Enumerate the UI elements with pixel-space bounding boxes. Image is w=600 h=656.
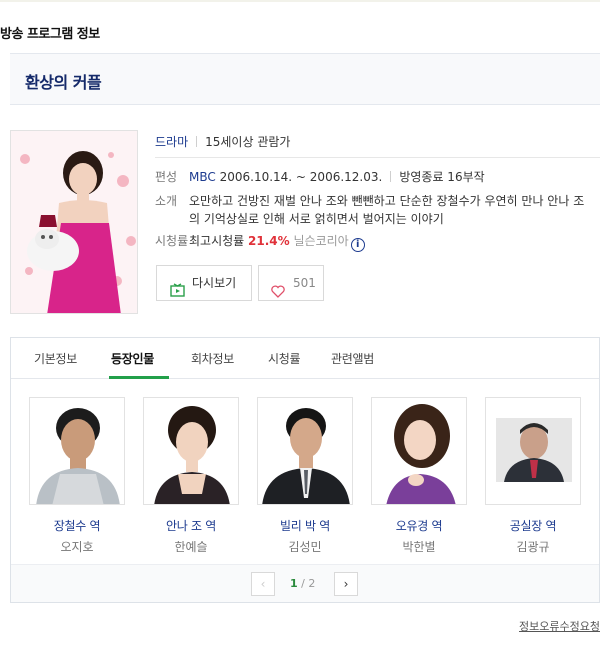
tab-bar: 기본정보 등장인물 회차정보 시청률 관련앨범 bbox=[11, 338, 599, 379]
viewership-label: 시청률 bbox=[155, 234, 189, 248]
broadcast-row: 편성 MBC 2006.10.14. ~ 2006.12.03. 방영종료 16부작 bbox=[155, 168, 485, 186]
cast-card[interactable]: 빌리 박 역 김성민 bbox=[257, 397, 353, 555]
replay-button[interactable]: 다시보기 bbox=[156, 265, 252, 301]
current-page: 1 bbox=[290, 577, 298, 590]
cast-photo bbox=[371, 397, 467, 505]
age-rating: 15세이상 관람가 bbox=[205, 135, 291, 149]
cast-role: 빌리 박 역 bbox=[280, 519, 330, 533]
cast-role: 오유경 역 bbox=[395, 519, 443, 533]
divider bbox=[196, 136, 198, 147]
tab-basic-info[interactable]: 기본정보 bbox=[34, 350, 77, 367]
cast-card[interactable]: 오유경 역 박한별 bbox=[371, 397, 467, 555]
pagination: ‹ 1 / 2 › bbox=[11, 564, 599, 602]
active-tab-indicator bbox=[109, 376, 169, 379]
genre-row: 드라마 15세이상 관람가 bbox=[155, 130, 600, 158]
top-divider bbox=[0, 0, 600, 2]
program-detail-tabs: 기본정보 등장인물 회차정보 시청률 관련앨범 장철수 역 오지호 안나 조 역… bbox=[10, 337, 600, 603]
cast-photo bbox=[485, 397, 581, 505]
tab-viewership[interactable]: 시청률 bbox=[268, 350, 301, 367]
program-poster[interactable] bbox=[10, 130, 138, 314]
program-title-box: 환상의 커플 bbox=[10, 53, 600, 105]
tab-related-album[interactable]: 관련앨범 bbox=[331, 350, 374, 367]
cast-actor: 김성민 bbox=[288, 540, 322, 554]
viewership-source: 닐슨코리아 bbox=[293, 234, 349, 248]
section-title: 방송 프로그램 정보 bbox=[0, 27, 100, 42]
intro-text: 오만하고 건방진 재벌 안나 조와 뺀뺀하고 단순한 장철수가 우연히 만나 안… bbox=[189, 194, 585, 226]
genre-link[interactable]: 드라마 bbox=[155, 135, 188, 149]
cast-actor: 김광규 bbox=[516, 540, 550, 554]
prev-page-button[interactable]: ‹ bbox=[251, 572, 275, 596]
cast-card[interactable]: 공실장 역 김광규 bbox=[485, 397, 581, 555]
cast-role: 장철수 역 bbox=[53, 519, 101, 533]
max-viewership-value: 21.4% bbox=[248, 234, 290, 248]
max-viewership-label: 최고시청률 bbox=[189, 234, 245, 248]
broadcast-dates: 2006.10.14. ~ 2006.12.03. bbox=[219, 170, 383, 184]
tab-episodes[interactable]: 회차정보 bbox=[191, 350, 234, 367]
intro-label: 소개 bbox=[155, 194, 178, 208]
viewership-row: 시청률최고시청률 21.4% 닐슨코리아 i bbox=[155, 232, 365, 252]
heart-icon bbox=[271, 277, 285, 311]
page-indicator: 1 / 2 bbox=[290, 577, 315, 590]
cast-actor: 오지호 bbox=[60, 540, 94, 554]
replay-label: 다시보기 bbox=[192, 276, 237, 290]
broadcast-label: 편성 bbox=[155, 170, 178, 184]
cast-role: 안나 조 역 bbox=[166, 519, 216, 533]
like-button[interactable]: 501 bbox=[258, 265, 324, 301]
report-error-link[interactable]: 정보오류수정요청 bbox=[519, 618, 600, 634]
intro-row: 소개 오만하고 건방진 재벌 안나 조와 뺀뺀하고 단순한 장철수가 우연히 만나… bbox=[155, 192, 594, 228]
cast-card[interactable]: 안나 조 역 한예슬 bbox=[143, 397, 239, 555]
cast-actor: 한예슬 bbox=[174, 540, 208, 554]
total-pages: 2 bbox=[308, 577, 316, 590]
replay-icon bbox=[170, 276, 185, 310]
cast-role: 공실장 역 bbox=[509, 519, 557, 533]
divider bbox=[390, 171, 392, 182]
cast-actor: 박한별 bbox=[402, 540, 436, 554]
cast-photo bbox=[29, 397, 125, 505]
tab-cast[interactable]: 등장인물 bbox=[111, 350, 154, 367]
cast-card[interactable]: 장철수 역 오지호 bbox=[29, 397, 125, 555]
info-icon[interactable]: i bbox=[350, 238, 365, 252]
broadcast-status: 방영종료 16부작 bbox=[399, 170, 485, 184]
next-page-button[interactable]: › bbox=[334, 572, 358, 596]
like-count: 501 bbox=[293, 276, 316, 290]
page-separator: / bbox=[301, 577, 305, 590]
broadcaster-link[interactable]: MBC bbox=[189, 170, 216, 184]
cast-photo bbox=[257, 397, 353, 505]
program-info: 드라마 15세이상 관람가 편성 MBC 2006.10.14. ~ 2006.12… bbox=[155, 130, 600, 252]
cast-photo bbox=[143, 397, 239, 505]
program-title[interactable]: 환상의 커플 bbox=[25, 69, 102, 93]
